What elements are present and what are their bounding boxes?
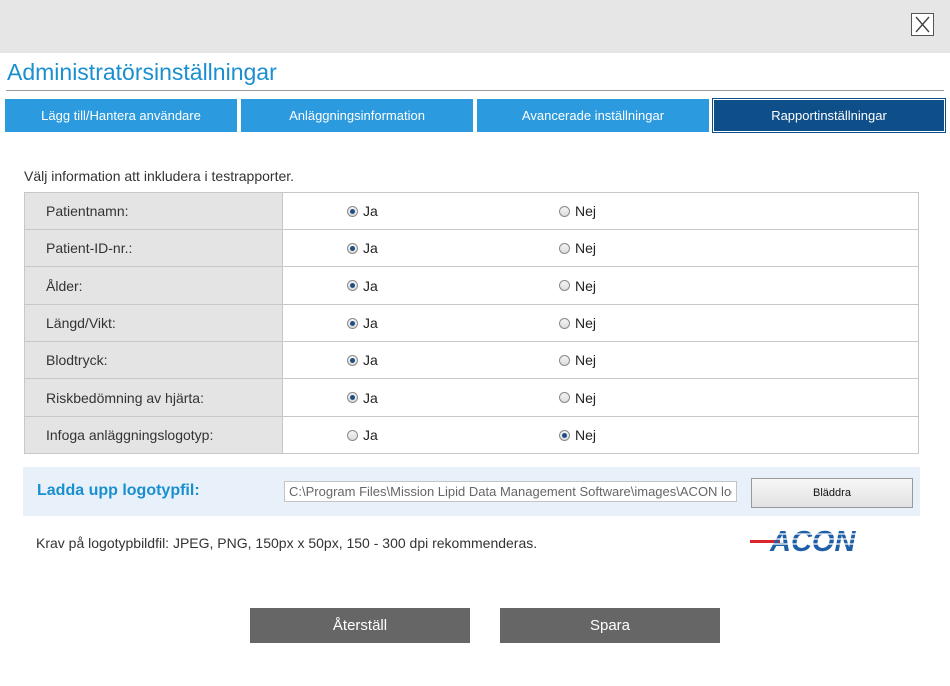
page-title: Administratörsinställningar bbox=[7, 59, 277, 85]
option-answer-cell: Ja Nej bbox=[282, 416, 919, 454]
title-bar bbox=[0, 0, 950, 53]
option-label: Blodtryck: bbox=[24, 341, 283, 379]
save-button[interactable]: Spara bbox=[500, 608, 720, 643]
radio-selected-icon[interactable] bbox=[347, 242, 358, 254]
radio-selected-icon[interactable] bbox=[347, 392, 358, 403]
option-row: Blodtryck: Ja Nej bbox=[24, 341, 919, 379]
radio-yes[interactable]: Ja bbox=[347, 203, 378, 219]
radio-yes[interactable]: Ja bbox=[347, 352, 378, 368]
radio-yes[interactable]: Ja bbox=[347, 427, 378, 443]
option-answer-cell: Ja Nej bbox=[282, 304, 919, 342]
radio-no[interactable]: Nej bbox=[559, 427, 596, 443]
radio-label: Ja bbox=[363, 427, 378, 443]
tab-report-settings[interactable]: Rapportinställningar bbox=[712, 98, 946, 133]
title-divider bbox=[6, 90, 944, 91]
logo-requirements-text: Krav på logotypbildfil: JPEG, PNG, 150px… bbox=[36, 535, 538, 551]
report-options-table: Patientnamn: Ja Nej Patient-ID-nr.: Ja Nej Åld… bbox=[24, 192, 919, 454]
option-label: Patient-ID-nr.: bbox=[24, 229, 283, 267]
option-row: Patient-ID-nr.: Ja Nej bbox=[24, 229, 919, 267]
option-answer-cell: Ja Nej bbox=[282, 192, 919, 230]
radio-label: Nej bbox=[575, 240, 597, 256]
radio-no[interactable]: Nej bbox=[559, 315, 596, 331]
option-label: Ålder: bbox=[24, 266, 283, 305]
close-x-icon bbox=[915, 16, 930, 33]
radio-selected-icon[interactable] bbox=[559, 429, 570, 441]
radio-unselected-icon[interactable] bbox=[559, 392, 570, 403]
intro-text: Välj information att inkludera i testrap… bbox=[24, 168, 295, 184]
radio-label: Nej bbox=[575, 427, 597, 443]
upload-label: Ladda upp logotypfil: bbox=[37, 482, 200, 499]
option-label: Infoga anläggningslogotyp: bbox=[24, 416, 283, 454]
radio-selected-icon[interactable] bbox=[347, 280, 358, 291]
option-answer-cell: Ja Nej bbox=[282, 341, 919, 379]
logo-path-input[interactable] bbox=[284, 481, 737, 502]
option-row: Längd/Vikt: Ja Nej bbox=[24, 304, 919, 342]
option-label: Längd/Vikt: bbox=[24, 304, 283, 342]
radio-unselected-icon[interactable] bbox=[559, 317, 570, 329]
option-label: Patientnamn: bbox=[24, 192, 283, 230]
radio-no[interactable]: Nej bbox=[559, 203, 596, 219]
radio-selected-icon[interactable] bbox=[347, 317, 358, 329]
option-row: Riskbedömning av hjärta: Ja Nej bbox=[24, 378, 919, 417]
radio-unselected-icon[interactable] bbox=[347, 429, 358, 441]
option-answer-cell: Ja Nej bbox=[282, 266, 919, 305]
tab-advanced-settings[interactable]: Avancerade inställningar bbox=[477, 99, 709, 132]
radio-no[interactable]: Nej bbox=[559, 390, 596, 406]
radio-yes[interactable]: Ja bbox=[347, 278, 378, 294]
browse-button[interactable]: Bläddra bbox=[751, 478, 913, 508]
radio-label: Nej bbox=[575, 315, 597, 331]
radio-label: Nej bbox=[575, 389, 597, 406]
radio-no[interactable]: Nej bbox=[559, 352, 596, 368]
reset-button[interactable]: Återställ bbox=[250, 608, 470, 643]
radio-no[interactable]: Nej bbox=[559, 240, 596, 256]
radio-label: Ja bbox=[363, 203, 378, 219]
radio-unselected-icon[interactable] bbox=[559, 242, 570, 254]
radio-selected-icon[interactable] bbox=[347, 205, 358, 217]
radio-label: Ja bbox=[363, 315, 378, 331]
option-answer-cell: Ja Nej bbox=[282, 229, 919, 267]
radio-label: Nej bbox=[575, 352, 597, 368]
logo-upload-section: Ladda upp logotypfil: Bläddra bbox=[23, 467, 920, 516]
tab-manage-users[interactable]: Lägg till/Hantera användare bbox=[5, 99, 237, 132]
radio-label: Ja bbox=[363, 277, 378, 294]
radio-label: Nej bbox=[575, 203, 597, 219]
radio-unselected-icon[interactable] bbox=[559, 354, 570, 366]
radio-unselected-icon[interactable] bbox=[559, 205, 570, 217]
acon-logo: ACON bbox=[750, 525, 880, 560]
radio-unselected-icon[interactable] bbox=[559, 280, 570, 291]
option-row: Infoga anläggningslogotyp: Ja Nej bbox=[24, 416, 919, 454]
radio-yes[interactable]: Ja bbox=[347, 390, 378, 406]
radio-yes[interactable]: Ja bbox=[347, 240, 378, 256]
radio-label: Nej bbox=[575, 277, 597, 294]
option-row: Patientnamn: Ja Nej bbox=[24, 192, 919, 230]
option-row: Ålder: Ja Nej bbox=[24, 266, 919, 305]
radio-selected-icon[interactable] bbox=[347, 354, 358, 366]
tab-facility-info[interactable]: Anläggningsinformation bbox=[241, 99, 473, 132]
radio-label: Ja bbox=[363, 240, 378, 256]
radio-no[interactable]: Nej bbox=[559, 278, 596, 294]
radio-label: Ja bbox=[363, 352, 378, 368]
option-answer-cell: Ja Nej bbox=[282, 378, 919, 417]
close-button[interactable] bbox=[911, 13, 934, 36]
radio-label: Ja bbox=[363, 389, 378, 406]
logo-text: ACON bbox=[769, 526, 856, 555]
radio-yes[interactable]: Ja bbox=[347, 315, 378, 331]
option-label: Riskbedömning av hjärta: bbox=[24, 378, 283, 417]
